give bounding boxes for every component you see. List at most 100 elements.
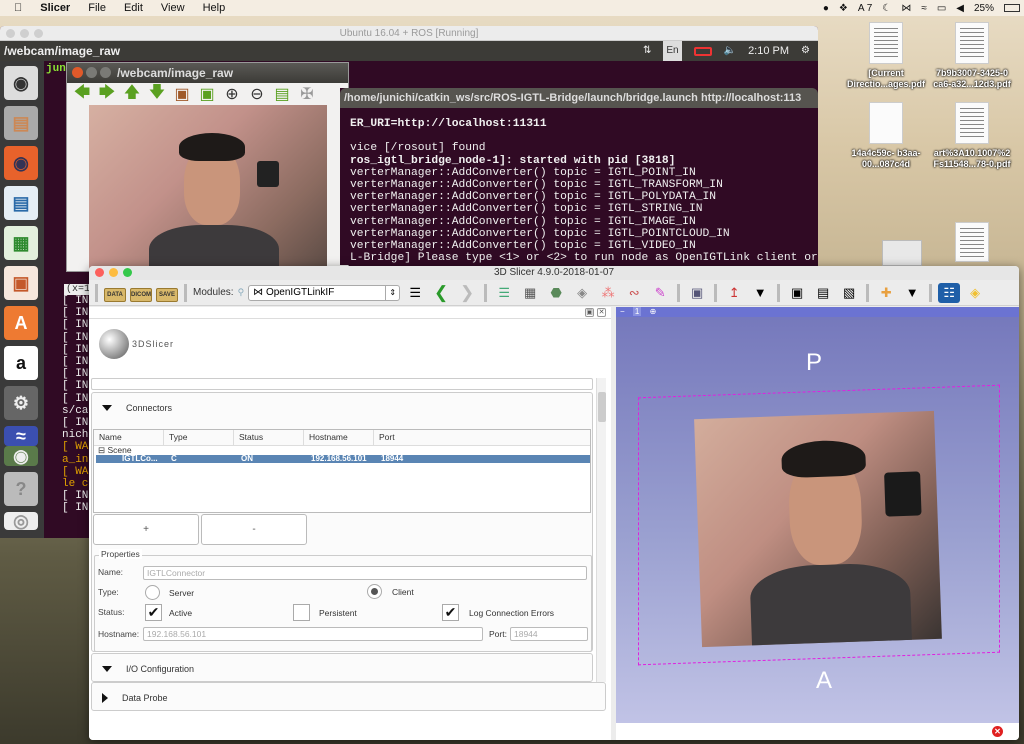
desktop-file[interactable] xyxy=(882,240,922,266)
port-field[interactable]: 18944 xyxy=(510,627,588,641)
launcher-impress-icon[interactable]: ▣ xyxy=(4,266,38,300)
close-button[interactable] xyxy=(72,67,83,78)
skype-icon[interactable]: ● xyxy=(823,3,829,14)
save-button[interactable]: SAVE xyxy=(156,287,178,302)
launcher-calc-icon[interactable]: ▦ xyxy=(4,226,38,260)
launcher-disks-icon[interactable]: ◉ xyxy=(4,446,38,466)
search-icon[interactable]: ⚲ xyxy=(238,287,245,298)
extensions-icon[interactable]: ☷ xyxy=(938,282,961,303)
minimize-button[interactable] xyxy=(20,29,29,38)
launcher-writer-icon[interactable]: ▤ xyxy=(4,186,38,220)
apple-menu-icon[interactable]:  xyxy=(14,2,22,14)
zoom-button[interactable] xyxy=(123,268,132,277)
chevron-down-icon[interactable]: ▼ xyxy=(901,283,923,303)
crosshair-icon[interactable]: ✚ xyxy=(875,283,897,303)
data-probe-header[interactable]: Data Probe xyxy=(92,683,605,712)
volume-icon[interactable]: ◀ xyxy=(956,3,964,14)
segment-icon[interactable]: ∾ xyxy=(623,283,645,303)
help-section[interactable] xyxy=(91,378,593,390)
arrow-right-icon[interactable]: 🡆 xyxy=(98,81,116,108)
launcher-dvd-icon[interactable]: ◎ xyxy=(4,511,38,531)
forward-icon[interactable]: ❯ xyxy=(456,283,478,303)
sync-icon[interactable]: ☾ xyxy=(882,3,891,14)
menu-edit[interactable]: Edit xyxy=(124,2,143,14)
arrow-left-icon[interactable]: 🡄 xyxy=(73,81,91,108)
name-field[interactable]: IGTLConnector xyxy=(143,566,587,580)
active-checkbox[interactable]: ✔ xyxy=(145,604,162,621)
desktop-file[interactable]: [Current Directio...ages.pdf xyxy=(846,22,926,90)
column-header-status[interactable]: Status xyxy=(234,430,304,445)
layout-icon[interactable]: ☰ xyxy=(493,283,515,303)
column-header-hostname[interactable]: Hostname xyxy=(304,430,374,445)
volume-icon[interactable]: 🔈 xyxy=(724,41,736,61)
clock[interactable]: 2:10 PM xyxy=(748,41,789,61)
airplay-icon[interactable]: ▭ xyxy=(937,3,946,14)
launcher-software-icon[interactable]: A xyxy=(4,306,38,340)
load-data-button[interactable]: DATA xyxy=(104,287,126,302)
minimize-button[interactable] xyxy=(109,268,118,277)
panel-scrollbar[interactable] xyxy=(596,378,606,682)
table-row[interactable]: IGTLCo... C ON 192.168.56.101 18944 xyxy=(96,455,590,463)
zoom-out-icon[interactable]: ⊖ xyxy=(248,84,266,104)
gear-icon[interactable]: ⚙ xyxy=(801,41,810,61)
log-errors-checkbox[interactable]: ✔ xyxy=(442,604,459,621)
mouse-mode-icon[interactable]: ↥ xyxy=(723,283,745,303)
close-button[interactable] xyxy=(6,29,15,38)
back-icon[interactable]: ❮ xyxy=(430,283,452,303)
python-icon[interactable]: ◈ xyxy=(964,283,986,303)
center-view-icon[interactable]: ⊕ xyxy=(650,307,657,316)
keyboard-layout[interactable]: En xyxy=(663,41,682,61)
desktop-file[interactable]: 14a4c59c- b3aa-00...087c4d xyxy=(846,102,926,170)
column-header-name[interactable]: Name xyxy=(94,430,164,445)
scene-view-icon[interactable]: ▤ xyxy=(812,283,834,303)
zoom-in-icon[interactable]: ⊕ xyxy=(223,84,241,104)
add-connector-button[interactable]: + xyxy=(93,514,199,545)
volume-cube-icon[interactable]: ▦ xyxy=(519,283,541,303)
battery-percent[interactable]: 25% xyxy=(974,3,994,14)
dicom-button[interactable]: DICOM xyxy=(130,287,152,302)
zoom-button[interactable] xyxy=(34,29,43,38)
launcher-dash-icon[interactable]: ◉ xyxy=(4,66,38,100)
launcher-help-icon[interactable]: ? xyxy=(4,472,38,506)
server-radio[interactable] xyxy=(145,585,160,600)
hostname-field[interactable]: 192.168.56.101 xyxy=(143,627,483,641)
arrow-up-icon[interactable]: 🡅 xyxy=(123,81,141,108)
menu-file[interactable]: File xyxy=(88,2,106,14)
column-header-type[interactable]: Type xyxy=(164,430,234,445)
app-menu[interactable]: Slicer xyxy=(40,2,70,14)
model-icon[interactable]: ⬣ xyxy=(545,283,567,303)
desktop-file[interactable]: 7b9b3007-3425-0 ca6-a32...12d3.pdf xyxy=(932,22,1012,90)
zoom-fit-icon[interactable]: ▣ xyxy=(198,84,216,104)
connectors-header[interactable]: Connectors xyxy=(92,393,592,422)
pin-icon[interactable]: − xyxy=(620,307,625,316)
column-header-port[interactable]: Port xyxy=(374,430,590,445)
desktop-file[interactable]: art%3A10.1007%2 Fs11548...78-0.pdf xyxy=(932,102,1012,170)
screenshot-icon[interactable]: ▣ xyxy=(786,283,808,303)
adobe-icon[interactable]: A 7 xyxy=(858,3,872,14)
io-configuration-header[interactable]: I/O Configuration xyxy=(92,654,592,683)
transforms-icon[interactable]: ◈ xyxy=(571,283,593,303)
module-history-icon[interactable]: ☰ xyxy=(404,283,426,303)
scene-restore-icon[interactable]: ▧ xyxy=(838,283,860,303)
menu-view[interactable]: View xyxy=(161,2,185,14)
maximize-button[interactable] xyxy=(100,67,111,78)
close-icon[interactable]: ✕ xyxy=(597,308,606,317)
launcher-editor-icon[interactable]: ≈ xyxy=(4,426,38,446)
desktop-file[interactable] xyxy=(932,222,1012,266)
dropbox-icon[interactable]: ❖ xyxy=(839,3,848,14)
client-radio[interactable] xyxy=(367,584,382,599)
network-icon[interactable]: ⇅ xyxy=(643,41,651,61)
layout-select-icon[interactable]: ▣ xyxy=(686,283,708,303)
scrollbar-thumb[interactable] xyxy=(598,392,606,422)
launcher-files-icon[interactable]: ▤ xyxy=(4,106,38,140)
minimize-button[interactable] xyxy=(86,67,97,78)
wifi-icon[interactable]: ≈ xyxy=(921,3,927,14)
3d-view[interactable]: − 1 ⊕ P A xyxy=(616,307,1019,723)
battery-icon[interactable] xyxy=(693,46,712,56)
save-icon[interactable]: ▤ xyxy=(273,84,291,104)
module-selector[interactable]: ⋈ OpenIGTLinkIF ⇕ xyxy=(248,284,401,301)
markups-icon[interactable]: ⁂ xyxy=(597,283,619,303)
undock-icon[interactable]: ▣ xyxy=(585,308,594,317)
chevron-down-icon[interactable]: ▼ xyxy=(749,283,771,303)
remove-connector-button[interactable]: - xyxy=(201,514,307,545)
